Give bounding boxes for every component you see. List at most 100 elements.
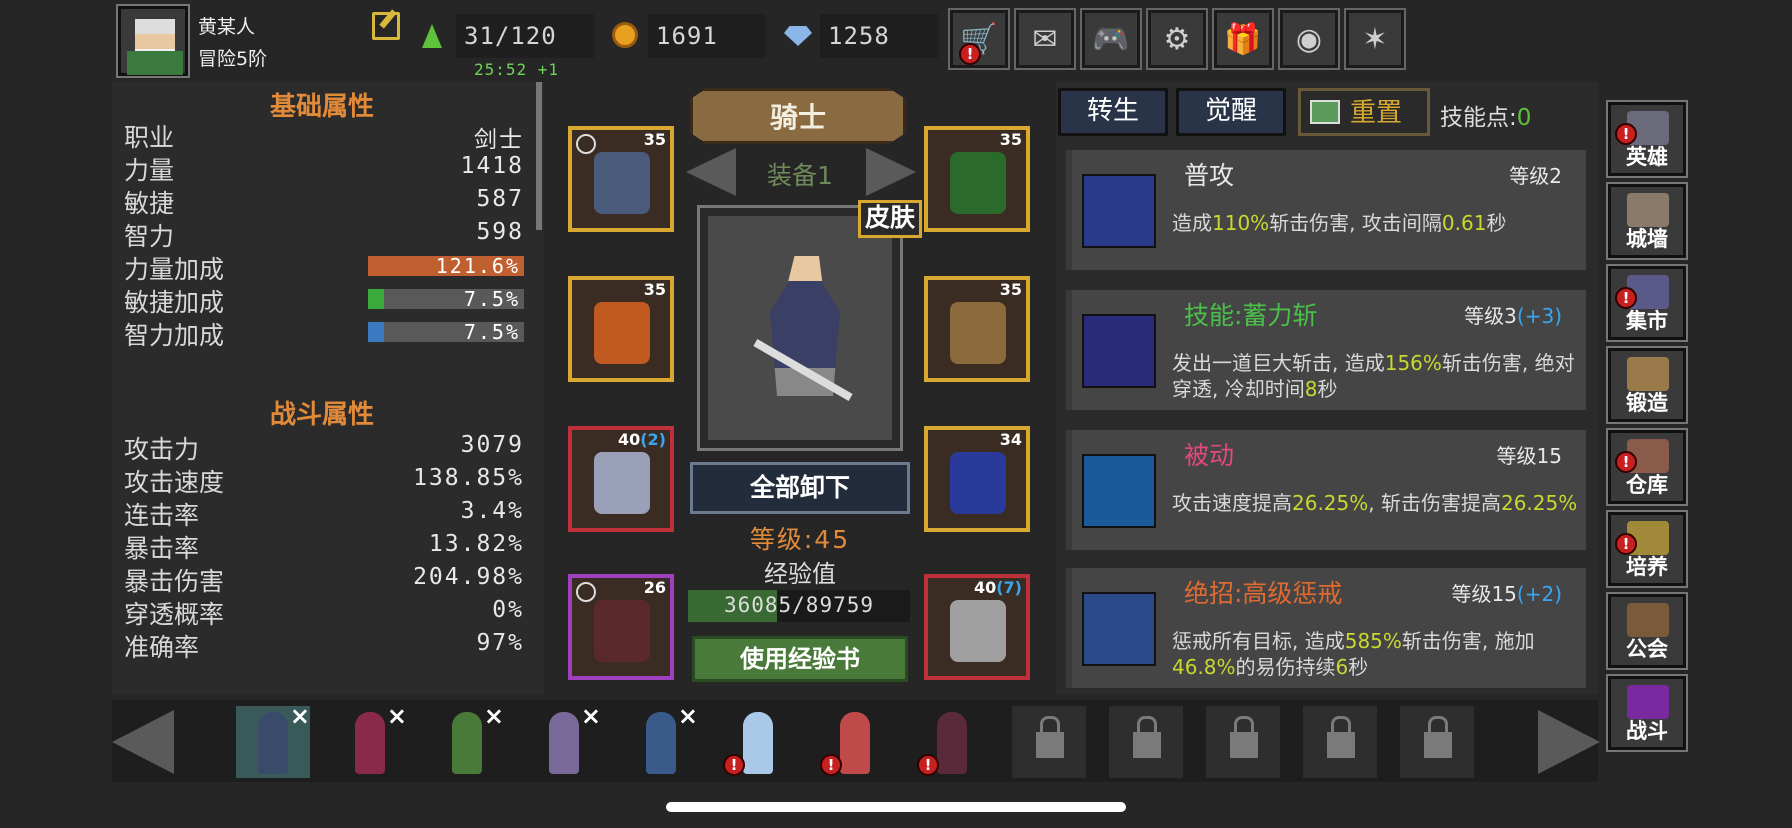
nav-button-1[interactable]: 英雄!: [1606, 100, 1688, 178]
settings-gear-icon: ⚙: [1163, 21, 1191, 57]
equipment-level-value: 40: [973, 578, 997, 597]
deployed-x-icon: ×: [289, 702, 310, 730]
hero-sprite: [646, 712, 676, 774]
leggings-slot[interactable]: 40(2): [568, 426, 674, 532]
diamond-counter: 1258: [820, 14, 938, 58]
hero-slot[interactable]: ×: [333, 702, 407, 778]
nav-button-2[interactable]: 城墙: [1606, 182, 1688, 260]
skill-level: 等级3(+3): [1464, 300, 1562, 329]
skill-icon: [1082, 314, 1156, 388]
ring-slot[interactable]: 34: [924, 426, 1030, 532]
locked-hero-slot[interactable]: [1400, 706, 1474, 778]
lucky-wheel-button[interactable]: ◉: [1278, 8, 1340, 70]
nav-button-4[interactable]: 锻造: [1606, 346, 1688, 424]
skill-points-label: 技能点:: [1440, 105, 1517, 131]
fireworks-button[interactable]: ✶: [1344, 8, 1406, 70]
lock-icon: [1424, 716, 1452, 758]
gift-button[interactable]: 🎁: [1212, 8, 1274, 70]
energy-icon: [418, 22, 446, 50]
gift-icon: 🎁: [1224, 21, 1262, 57]
hero-sprite: [355, 712, 385, 774]
deployed-x-icon: ×: [580, 702, 601, 730]
skill-card[interactable]: 技能:蓄力斩 等级3(+3) 发出一道巨大斩击, 造成156%斩击伤害, 绝对穿透,…: [1066, 290, 1586, 410]
lock-icon: [1230, 716, 1258, 758]
settings-button[interactable]: ⚙: [1146, 8, 1208, 70]
stat-label: 攻击力: [124, 435, 200, 464]
skill-level-bonus: (+2): [1516, 582, 1562, 606]
next-set-arrow[interactable]: [866, 148, 916, 196]
hero-slot[interactable]: !: [818, 706, 892, 778]
helmet-slot[interactable]: 35: [568, 126, 674, 232]
stat-bonus-fill: [368, 322, 384, 342]
locked-hero-slot[interactable]: [1109, 706, 1183, 778]
equipment-item-icon: [950, 302, 1006, 364]
nav-button-7[interactable]: 公会: [1606, 592, 1688, 670]
skill-value-highlight: 6: [1335, 655, 1349, 679]
skill-level: 等级15: [1497, 440, 1562, 469]
mail-button[interactable]: ✉: [1014, 8, 1076, 70]
armor-slot[interactable]: 35: [568, 276, 674, 382]
skill-description: 发出一道巨大斩击, 造成156%斩击伤害, 绝对穿透, 冷却时间8秒: [1172, 350, 1582, 402]
stat-label: 敏捷: [124, 189, 175, 218]
stats-panel[interactable]: 基础属性 职业 剑士 力量 1418 敏捷 587 智力 598 力量加成 121.6% 敏捷加成 7…: [112, 82, 544, 694]
fireworks-icon: ✶: [1362, 21, 1388, 57]
skill-card[interactable]: 绝招:高级惩戒 等级15(+2) 惩戒所有目标, 造成585%斩击伤害, 施加 46.…: [1066, 568, 1586, 688]
hero-slot[interactable]: ×: [527, 702, 601, 778]
hero-slot[interactable]: !: [721, 706, 795, 778]
hero-slot[interactable]: ×: [624, 702, 698, 778]
alert-badge: !: [1615, 533, 1637, 555]
weapon-slot[interactable]: 40(7): [924, 574, 1030, 680]
equipment-upgrade-bonus: (7): [996, 578, 1022, 597]
gamepad-button[interactable]: 🎮: [1080, 8, 1142, 70]
hero-slot[interactable]: ×: [236, 702, 310, 778]
stat-value: 587: [476, 186, 524, 212]
skill-card[interactable]: 被动 等级15 攻击速度提高26.25%, 斩击伤害提高26.25%: [1066, 430, 1586, 550]
stat-value: 0%: [492, 597, 524, 623]
nav-button-3[interactable]: 集市!: [1606, 264, 1688, 342]
rebirth-tab[interactable]: 转生: [1058, 88, 1168, 136]
stat-value: 204.98%: [413, 564, 524, 590]
player-avatar[interactable]: [116, 4, 190, 78]
class-name: 骑士: [769, 101, 826, 134]
nav-label: 城墙: [1626, 227, 1668, 251]
unequip-all-button[interactable]: 全部卸下: [690, 462, 910, 514]
skill-value-highlight: 26.25%: [1500, 491, 1578, 515]
hero-slot[interactable]: ×: [430, 702, 504, 778]
hero-sprite: [840, 712, 870, 774]
skill-value-highlight: 46.8%: [1172, 655, 1236, 679]
roster-prev-arrow[interactable]: [112, 710, 174, 774]
awaken-tab[interactable]: 觉醒: [1176, 88, 1286, 136]
stat-label: 暴击率: [124, 534, 200, 563]
equipment-level: 35: [1000, 280, 1022, 299]
locked-hero-slot[interactable]: [1012, 706, 1086, 778]
skill-text: 惩戒所有目标, 造成: [1172, 629, 1345, 653]
lock-icon: [1133, 716, 1161, 758]
nav-button-6[interactable]: 培养!: [1606, 510, 1688, 588]
skin-button[interactable]: 皮肤: [858, 200, 922, 238]
hero-portrait: [697, 205, 903, 451]
roster-next-arrow[interactable]: [1538, 710, 1600, 774]
skill-level-value: 等级3: [1464, 304, 1517, 328]
stat-row: 敏捷加成 7.5%: [124, 283, 524, 319]
alert-badge: !: [820, 754, 842, 776]
locked-hero-slot[interactable]: [1303, 706, 1377, 778]
gloves-slot[interactable]: 35: [924, 276, 1030, 382]
skill-card[interactable]: 普攻 等级2 造成110%斩击伤害, 攻击间隔0.61秒: [1066, 150, 1586, 270]
shop-button[interactable]: 🛒!: [948, 8, 1010, 70]
skill-level-value: 等级2: [1509, 164, 1562, 188]
stat-label: 力量: [124, 156, 175, 185]
locked-hero-slot[interactable]: [1206, 706, 1280, 778]
slot-marker: [576, 134, 596, 154]
nav-button-5[interactable]: 仓库!: [1606, 428, 1688, 506]
stat-row: 准确率 97%: [124, 628, 524, 664]
stat-row: 穿透概率 0%: [124, 595, 524, 631]
lock-icon: [1327, 716, 1355, 758]
hero-slot[interactable]: !: [915, 706, 989, 778]
stats-scrollbar[interactable]: [536, 82, 542, 230]
use-exp-book-button[interactable]: 使用经验书: [692, 636, 908, 682]
skill-text: 的易伤持续: [1235, 655, 1336, 679]
amulet-slot[interactable]: 35: [924, 126, 1030, 232]
boots-slot[interactable]: 26: [568, 574, 674, 680]
edit-name-icon[interactable]: [372, 12, 400, 40]
nav-button-8[interactable]: 战斗: [1606, 674, 1688, 752]
